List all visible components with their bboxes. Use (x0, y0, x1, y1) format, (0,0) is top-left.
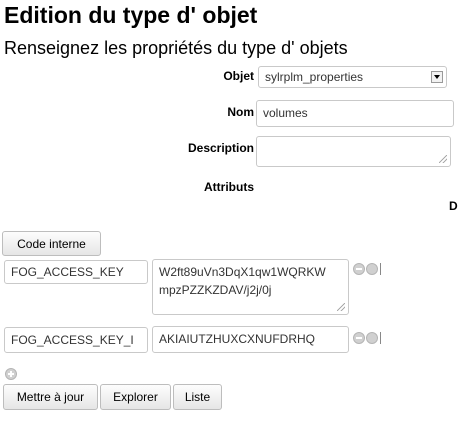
page-subtitle: Renseignez les propriétés du type d' obj… (4, 38, 348, 58)
nom-label: Nom (227, 105, 254, 119)
resize-handle-icon[interactable] (337, 303, 345, 311)
remove-row-icon[interactable] (353, 332, 365, 344)
remove-row-icon[interactable] (353, 263, 365, 275)
attribute-value-line: mpzPZZKZDAV/j2j/0j (159, 283, 272, 297)
update-button[interactable]: Mettre à jour (3, 384, 98, 410)
disabled-icon[interactable] (366, 263, 378, 275)
attribute-value-textarea[interactable]: W2ft89uVn3DqX1qw1WQRKW mpzPZZKZDAV/j2j/0… (152, 259, 349, 315)
text-cursor (380, 332, 381, 344)
page-title: Edition du type d' objet (4, 2, 258, 28)
list-button[interactable]: Liste (173, 384, 222, 410)
attribute-value-input[interactable]: AKIAIUTZHUXCXNUFDRHQ (152, 326, 349, 353)
text-cursor (380, 263, 381, 275)
chevron-down-icon[interactable] (431, 71, 443, 83)
explore-button[interactable]: Explorer (100, 384, 171, 410)
truncated-column-header: D (449, 199, 458, 213)
objet-select[interactable]: sylrplm_properties (258, 66, 447, 88)
objet-label: Objet (223, 69, 254, 83)
attribute-key-input[interactable]: FOG_ACCESS_KEY_I (4, 327, 148, 353)
description-textarea[interactable] (256, 136, 451, 167)
resize-handle-icon[interactable] (439, 155, 447, 163)
description-label: Description (187, 141, 254, 155)
objet-select-value: sylrplm_properties (265, 70, 364, 84)
attributs-label: Attributs (204, 180, 254, 194)
add-row-icon[interactable] (5, 368, 17, 380)
disabled-icon[interactable] (366, 332, 378, 344)
attribute-value-line: W2ft89uVn3DqX1qw1WQRKW (159, 265, 326, 279)
nom-input[interactable]: volumes (256, 100, 454, 127)
attribute-key-input[interactable]: FOG_ACCESS_KEY (4, 260, 148, 284)
code-interne-button[interactable]: Code interne (2, 231, 101, 256)
